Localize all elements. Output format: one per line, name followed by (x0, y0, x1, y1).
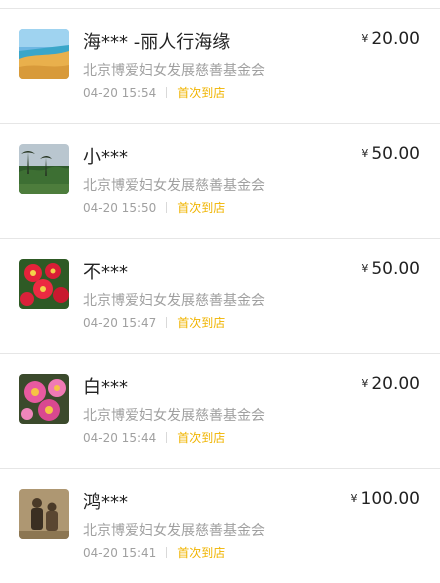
donation-time: 04-20 15:41 (83, 546, 157, 560)
amount-value: 20.00 (371, 374, 420, 394)
avatar (19, 29, 69, 79)
organization-name: 北京博爱妇女发展慈善基金会 (83, 408, 265, 424)
donor-name: 白*** (83, 377, 128, 398)
donation-meta: 04-20 15:41 首次到店 (83, 544, 225, 561)
amount-value: 50.00 (371, 259, 420, 279)
donor-name: 鸿*** (83, 492, 128, 513)
organization-name: 北京博爱妇女发展慈善基金会 (83, 293, 265, 309)
organization-name: 北京博爱妇女发展慈善基金会 (83, 178, 265, 194)
first-visit-tag: 首次到店 (177, 546, 226, 560)
list-item[interactable]: 鸿*** ¥100.00 北京博爱妇女发展慈善基金会 04-20 15:41 首次… (0, 469, 440, 583)
donation-amount: ¥20.00 (361, 374, 420, 394)
donation-amount: ¥50.00 (361, 144, 420, 164)
avatar (19, 259, 69, 309)
currency-symbol: ¥ (361, 377, 369, 390)
avatar (19, 489, 69, 539)
donation-meta: 04-20 15:54 首次到店 (83, 84, 225, 101)
amount-value: 50.00 (371, 144, 420, 164)
donation-amount: ¥100.00 (351, 489, 420, 509)
donor-name: 不*** (83, 262, 128, 283)
meta-divider (166, 317, 168, 328)
donor-name: 海*** -丽人行海缘 (83, 32, 231, 53)
donation-time: 04-20 15:47 (83, 316, 157, 330)
donation-list: 海*** -丽人行海缘 ¥20.00 北京博爱妇女发展慈善基金会 04-20 1… (0, 9, 440, 583)
meta-divider (166, 87, 168, 98)
donor-name: 小*** (83, 147, 128, 168)
amount-value: 100.00 (360, 489, 420, 509)
donation-meta: 04-20 15:50 首次到店 (83, 199, 225, 216)
donation-meta: 04-20 15:44 首次到店 (83, 429, 225, 446)
avatar (19, 144, 69, 194)
donation-meta: 04-20 15:47 首次到店 (83, 314, 225, 331)
list-item[interactable]: 海*** -丽人行海缘 ¥20.00 北京博爱妇女发展慈善基金会 04-20 1… (0, 9, 440, 124)
meta-divider (166, 202, 168, 213)
meta-divider (166, 547, 168, 558)
list-item[interactable]: 小*** ¥50.00 北京博爱妇女发展慈善基金会 04-20 15:50 首次到… (0, 124, 440, 239)
list-item[interactable]: 白*** ¥20.00 北京博爱妇女发展慈善基金会 04-20 15:44 首次到… (0, 354, 440, 469)
currency-symbol: ¥ (361, 32, 369, 45)
top-divider (0, 0, 440, 9)
amount-value: 20.00 (371, 29, 420, 49)
first-visit-tag: 首次到店 (177, 316, 226, 330)
organization-name: 北京博爱妇女发展慈善基金会 (83, 63, 265, 79)
donation-time: 04-20 15:54 (83, 86, 157, 100)
currency-symbol: ¥ (361, 147, 369, 160)
meta-divider (166, 432, 168, 443)
list-item[interactable]: 不*** ¥50.00 北京博爱妇女发展慈善基金会 04-20 15:47 首次到… (0, 239, 440, 354)
avatar (19, 374, 69, 424)
donation-time: 04-20 15:44 (83, 431, 157, 445)
currency-symbol: ¥ (350, 492, 358, 505)
first-visit-tag: 首次到店 (177, 86, 226, 100)
donation-time: 04-20 15:50 (83, 201, 157, 215)
currency-symbol: ¥ (361, 262, 369, 275)
donation-amount: ¥50.00 (361, 259, 420, 279)
first-visit-tag: 首次到店 (177, 201, 226, 215)
organization-name: 北京博爱妇女发展慈善基金会 (83, 523, 265, 539)
donation-amount: ¥20.00 (361, 29, 420, 49)
first-visit-tag: 首次到店 (177, 431, 226, 445)
